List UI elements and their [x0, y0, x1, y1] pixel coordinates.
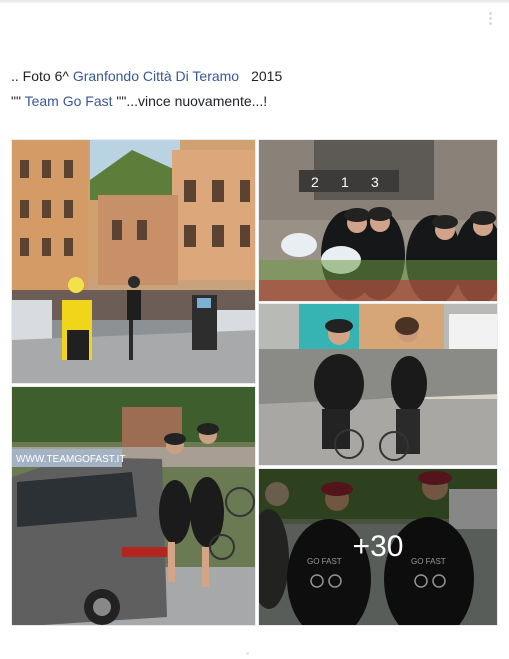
post-line-2: "" Team Go Fast ""...vince nuovamente...… — [11, 89, 491, 114]
post-year: 2015 — [251, 68, 283, 84]
team-car-image: WWW.TEAMGOFAST.IT — [12, 387, 255, 625]
photo-team-car[interactable]: WWW.TEAMGOFAST.IT — [11, 386, 256, 626]
post-prefix: .. Foto 6^ — [11, 68, 73, 84]
photo-finish-line[interactable] — [11, 139, 256, 384]
post-text: .. Foto 6^ Granfondo Città Di Teramo 2015… — [11, 64, 491, 114]
team-link[interactable]: Team Go Fast — [25, 93, 113, 109]
podium-number-1: 1 — [341, 174, 349, 190]
post-line-1: .. Foto 6^ Granfondo Città Di Teramo 2015 — [11, 64, 491, 89]
top-border — [0, 0, 509, 3]
car-banner-text: WWW.TEAMGOFAST.IT — [16, 454, 125, 465]
event-link[interactable]: Granfondo Città Di Teramo — [73, 68, 239, 84]
podium-number-2: 2 — [311, 174, 319, 190]
podium-image: 2 1 3 — [259, 140, 497, 301]
bottom-spacer — [0, 630, 509, 659]
quote-close: ""...vince nuovamente...! — [112, 93, 268, 109]
quote-open: "" — [11, 93, 25, 109]
divider-dot — [246, 652, 249, 655]
riders-image — [259, 304, 497, 465]
more-photos-count: +30 — [352, 530, 404, 563]
more-photos-overlay[interactable]: +30 — [259, 469, 497, 625]
photo-more[interactable]: GO FAST GO FAST +30 — [258, 468, 498, 626]
post-options-icon[interactable] — [485, 12, 495, 26]
finish-line-image — [12, 140, 255, 383]
podium-number-3: 3 — [371, 174, 379, 190]
photo-podium-group[interactable]: 2 1 3 — [258, 139, 498, 302]
photo-riders-with-bikes[interactable] — [258, 303, 498, 466]
